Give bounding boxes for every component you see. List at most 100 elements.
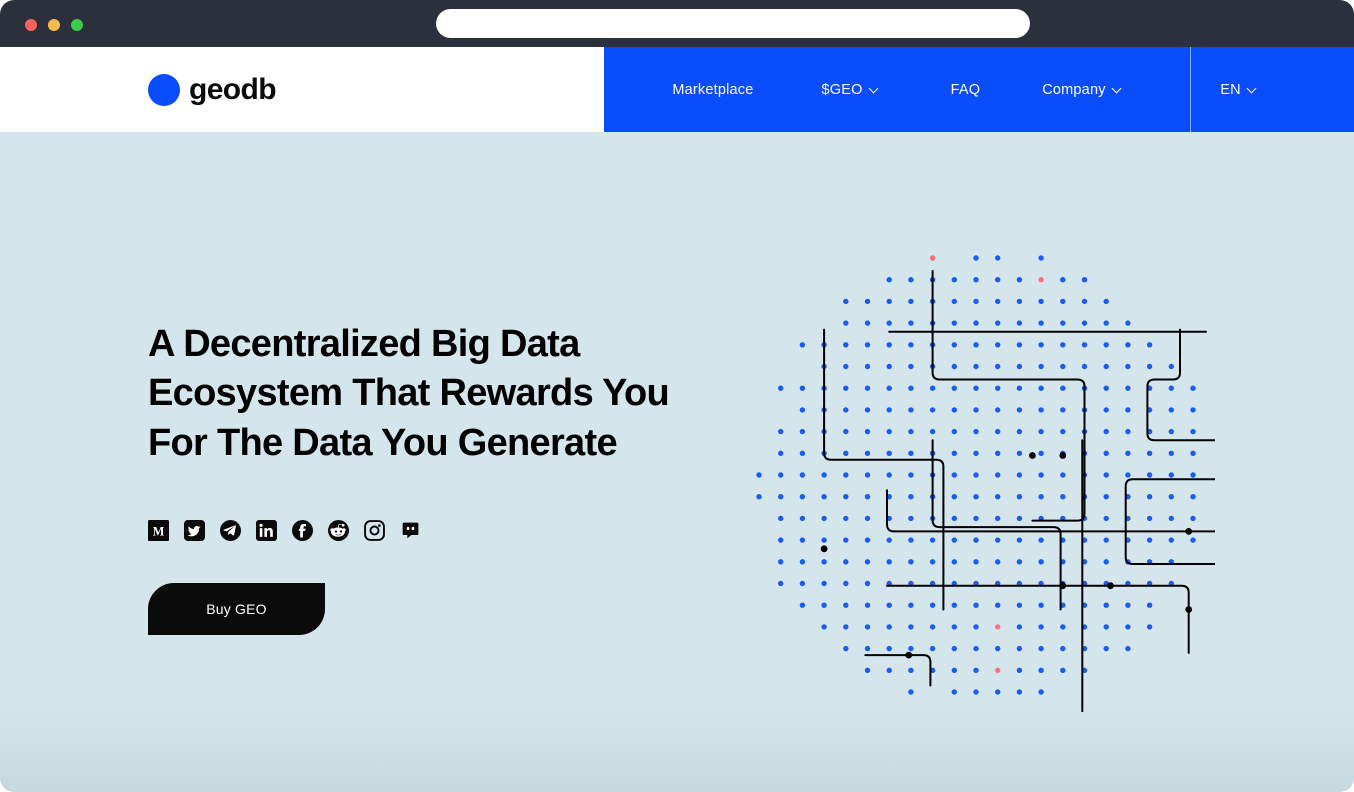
nav-item-marketplace[interactable]: Marketplace bbox=[672, 82, 753, 98]
grid-dot bbox=[799, 428, 806, 435]
address-bar[interactable] bbox=[436, 9, 1030, 38]
grid-dot bbox=[1168, 450, 1174, 456]
reddit-icon[interactable] bbox=[328, 520, 349, 542]
grid-dot bbox=[886, 602, 892, 608]
grid-dot bbox=[821, 624, 827, 630]
grid-dot bbox=[1103, 342, 1109, 348]
grid-dot bbox=[1103, 494, 1109, 500]
grid-dot bbox=[843, 428, 849, 435]
grid-dot bbox=[973, 494, 979, 500]
grid-dot bbox=[864, 298, 871, 305]
facebook-icon[interactable] bbox=[292, 520, 313, 542]
grid-dot bbox=[799, 472, 806, 478]
grid-dot bbox=[821, 580, 827, 587]
grid-dot bbox=[973, 667, 979, 673]
twitter-icon[interactable] bbox=[184, 520, 205, 542]
grid-dot bbox=[843, 298, 849, 305]
grid-dot bbox=[1060, 667, 1066, 673]
grid-dot bbox=[908, 407, 914, 413]
headline-line-2: Ecosystem That Rewards You bbox=[148, 372, 670, 415]
grid-dot bbox=[1038, 255, 1044, 261]
svg-text:M: M bbox=[153, 524, 165, 538]
grid-dot bbox=[908, 602, 914, 608]
grid-dot bbox=[1016, 602, 1023, 608]
grid-dot bbox=[843, 602, 849, 608]
grid-dot bbox=[864, 537, 871, 543]
grid-dot bbox=[951, 645, 957, 652]
grid-dot bbox=[778, 580, 784, 587]
grid-dot bbox=[864, 472, 871, 478]
grid-dot bbox=[995, 559, 1001, 565]
grid-dot bbox=[995, 515, 1001, 522]
grid-dot bbox=[778, 385, 784, 391]
grid-dot bbox=[995, 342, 1001, 348]
grid-dot bbox=[799, 342, 806, 348]
dot-grid-circuit-graphic bbox=[745, 242, 1215, 712]
grid-dot bbox=[1168, 407, 1174, 413]
maximize-window-icon[interactable] bbox=[71, 19, 83, 31]
grid-dot bbox=[1038, 450, 1044, 456]
grid-dot bbox=[1103, 363, 1109, 370]
grid-dot bbox=[1146, 537, 1153, 543]
grid-dot bbox=[1081, 342, 1088, 348]
grid-dot bbox=[908, 645, 914, 652]
circuit-node bbox=[905, 651, 913, 659]
grid-dot bbox=[908, 320, 914, 326]
grid-dot bbox=[756, 472, 762, 478]
grid-dot bbox=[1103, 298, 1109, 305]
grid-dot bbox=[973, 255, 979, 261]
grid-dot bbox=[929, 645, 936, 652]
grid-dot bbox=[864, 580, 871, 587]
grid-dot bbox=[929, 428, 936, 435]
grid-dot bbox=[908, 494, 914, 500]
hero-content: A Decentralized Big Data Ecosystem That … bbox=[148, 132, 708, 636]
grid-dot bbox=[1016, 428, 1023, 435]
grid-dot bbox=[951, 450, 957, 456]
grid-dot bbox=[1125, 428, 1131, 435]
grid-dot bbox=[1060, 363, 1066, 370]
grid-dot bbox=[973, 602, 979, 608]
main-navigation: Marketplace $GEO FAQ Company bbox=[604, 47, 1190, 132]
grid-dot bbox=[1125, 624, 1131, 630]
language-selector[interactable]: EN bbox=[1190, 47, 1354, 132]
medium-icon[interactable]: M bbox=[148, 520, 169, 542]
grid-dot bbox=[864, 320, 871, 326]
grid-dot bbox=[1146, 515, 1153, 522]
nav-item-company[interactable]: Company bbox=[1042, 82, 1121, 98]
nav-item-faq[interactable]: FAQ bbox=[951, 82, 981, 98]
nav-item-geo[interactable]: $GEO bbox=[822, 82, 879, 98]
grid-dot bbox=[1016, 537, 1023, 543]
grid-dot bbox=[1060, 298, 1066, 305]
grid-dot bbox=[1168, 515, 1174, 522]
grid-dot bbox=[908, 342, 914, 348]
grid-dot bbox=[799, 559, 806, 565]
grid-dot bbox=[1038, 472, 1044, 478]
grid-dot bbox=[843, 407, 849, 413]
nav-item-label: FAQ bbox=[950, 81, 981, 98]
linkedin-icon[interactable] bbox=[256, 520, 277, 542]
circuit-node bbox=[1107, 582, 1114, 590]
grid-dot bbox=[1190, 515, 1196, 522]
site-header: geodb Marketplace $GEO FAQ Company EN bbox=[0, 47, 1354, 132]
nav-zone: Marketplace $GEO FAQ Company EN bbox=[604, 47, 1354, 132]
close-window-icon[interactable] bbox=[25, 19, 37, 31]
chevron-down-icon bbox=[1248, 84, 1257, 93]
grid-dot bbox=[1103, 624, 1109, 630]
grid-dot bbox=[951, 428, 957, 435]
grid-dot bbox=[1146, 602, 1153, 608]
buy-geo-button[interactable]: Buy GEO bbox=[148, 583, 325, 636]
grid-dot bbox=[995, 494, 1001, 500]
language-label: EN bbox=[1220, 81, 1241, 98]
grid-dot bbox=[886, 645, 892, 652]
grid-dot bbox=[864, 645, 871, 652]
minimize-window-icon[interactable] bbox=[48, 19, 60, 31]
grid-dot bbox=[1190, 537, 1196, 543]
grid-dot bbox=[1103, 385, 1109, 391]
logo-link[interactable]: geodb bbox=[148, 73, 277, 106]
circuit-trace bbox=[886, 478, 1215, 565]
telegram-icon[interactable] bbox=[220, 520, 241, 542]
grid-dot bbox=[1016, 645, 1023, 652]
grid-dot bbox=[951, 320, 957, 326]
instagram-icon[interactable] bbox=[364, 520, 385, 542]
discord-icon[interactable] bbox=[400, 520, 421, 541]
